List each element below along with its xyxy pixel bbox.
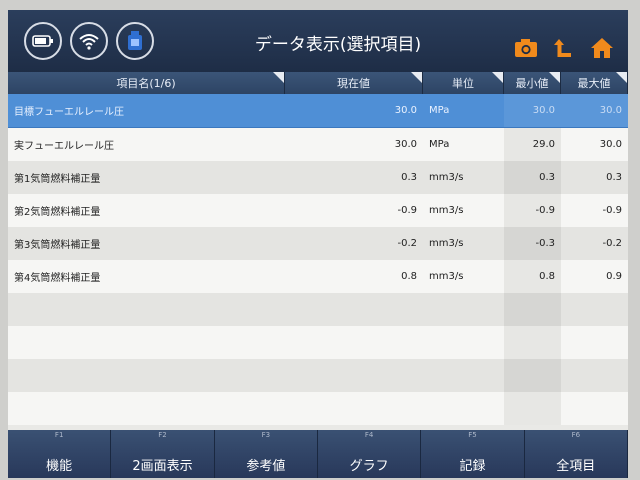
item-name: 第2気筒燃料補正量	[8, 194, 285, 227]
table-row[interactable]: 第4気筒燃料補正量 0.8 mm3/s 0.8 0.9	[8, 260, 628, 293]
function-key-label: グラフ	[349, 459, 389, 474]
table-row[interactable]: 第1気筒燃料補正量 0.3 mm3/s 0.3 0.3	[8, 161, 628, 194]
column-header-name[interactable]: 項目名(1/6)	[8, 72, 285, 94]
max-value: 30.0	[561, 94, 628, 127]
table-row[interactable]: 実フューエルレール圧 30.0 MPa 29.0 30.0	[8, 128, 628, 161]
table-row[interactable]: 目標フューエルレール圧 30.0 MPa 30.0 30.0	[8, 94, 628, 128]
data-table: 項目名(1/6) 現在値 単位 最小値 最大値 目標フューエルレール圧 30.0…	[8, 72, 628, 425]
function-key-label: 参考値	[246, 459, 286, 474]
status-icons	[24, 22, 154, 60]
function-key-number: F1	[54, 431, 64, 439]
function-key-f1[interactable]: F1 機能	[8, 430, 112, 478]
wifi-icon[interactable]	[70, 22, 108, 60]
column-header-min[interactable]: 最小値	[504, 72, 561, 94]
function-key-number: F6	[571, 431, 581, 439]
unit: MPa	[423, 128, 504, 161]
current-value: 0.8	[285, 260, 423, 293]
min-value: 29.0	[504, 128, 561, 161]
column-header-unit[interactable]: 単位	[423, 72, 504, 94]
unit: mm3/s	[423, 260, 504, 293]
function-key-label: 記録	[459, 459, 486, 474]
empty-row	[8, 392, 628, 425]
function-key-f2[interactable]: F2 2画面表示	[111, 430, 215, 478]
item-name: 第3気筒燃料補正量	[8, 227, 285, 260]
back-arrow-icon[interactable]	[550, 34, 578, 62]
current-value: 30.0	[285, 94, 423, 127]
page-title: データ表示(選択項目)	[254, 35, 422, 55]
current-value: 30.0	[285, 128, 423, 161]
min-value: -0.9	[504, 194, 561, 227]
unit: MPa	[423, 94, 504, 127]
function-key-label: 2画面表示	[132, 459, 193, 474]
camera-icon[interactable]	[512, 34, 540, 62]
item-name: 第4気筒燃料補正量	[8, 260, 285, 293]
max-value: 0.9	[561, 260, 628, 293]
function-key-f3[interactable]: F3 参考値	[214, 430, 318, 478]
battery-icon[interactable]	[24, 22, 62, 60]
function-key-number: F5	[468, 431, 477, 439]
item-name: 目標フューエルレール圧	[8, 94, 285, 127]
max-value: -0.2	[561, 227, 628, 260]
function-key-label: 全項目	[556, 459, 596, 474]
vci-connector-icon[interactable]	[116, 22, 154, 60]
function-key-number: F4	[364, 431, 374, 439]
function-key-f6[interactable]: F6 全項目	[524, 430, 628, 478]
header-bar: データ表示(選択項目)	[8, 10, 628, 72]
header-actions	[512, 34, 616, 62]
diagnostic-screen: データ表示(選択項目) 項目名(1/6) 現在値 単位 最小値 最大値 目標フュ…	[8, 10, 628, 478]
empty-row	[8, 359, 628, 392]
max-value: 0.3	[561, 161, 628, 194]
function-key-bar: F1 機能 F2 2画面表示 F3 参考値 F4 グラフ F5 記録 F6 全項…	[8, 430, 628, 478]
function-key-label: 機能	[46, 459, 73, 474]
function-key-number: F2	[158, 431, 167, 439]
table-header: 項目名(1/6) 現在値 単位 最小値 最大値	[8, 72, 628, 94]
max-value: -0.9	[561, 194, 628, 227]
empty-row	[8, 326, 628, 359]
min-value: 0.8	[504, 260, 561, 293]
home-icon[interactable]	[588, 34, 616, 62]
table-row[interactable]: 第2気筒燃料補正量 -0.9 mm3/s -0.9 -0.9	[8, 194, 628, 227]
unit: mm3/s	[423, 227, 504, 260]
item-name: 第1気筒燃料補正量	[8, 161, 285, 194]
current-value: -0.9	[285, 194, 423, 227]
table-row[interactable]: 第3気筒燃料補正量 -0.2 mm3/s -0.3 -0.2	[8, 227, 628, 260]
column-header-max[interactable]: 最大値	[561, 72, 628, 94]
current-value: -0.2	[285, 227, 423, 260]
unit: mm3/s	[423, 194, 504, 227]
unit: mm3/s	[423, 161, 504, 194]
min-value: -0.3	[504, 227, 561, 260]
function-key-number: F3	[261, 431, 271, 439]
min-value: 0.3	[504, 161, 561, 194]
min-value: 30.0	[504, 94, 561, 127]
function-key-f4[interactable]: F4 グラフ	[317, 430, 422, 478]
item-name: 実フューエルレール圧	[8, 128, 285, 161]
function-key-f5[interactable]: F5 記録	[421, 430, 525, 478]
max-value: 30.0	[561, 128, 628, 161]
empty-row	[8, 293, 628, 326]
current-value: 0.3	[285, 161, 423, 194]
column-header-value[interactable]: 現在値	[285, 72, 423, 94]
